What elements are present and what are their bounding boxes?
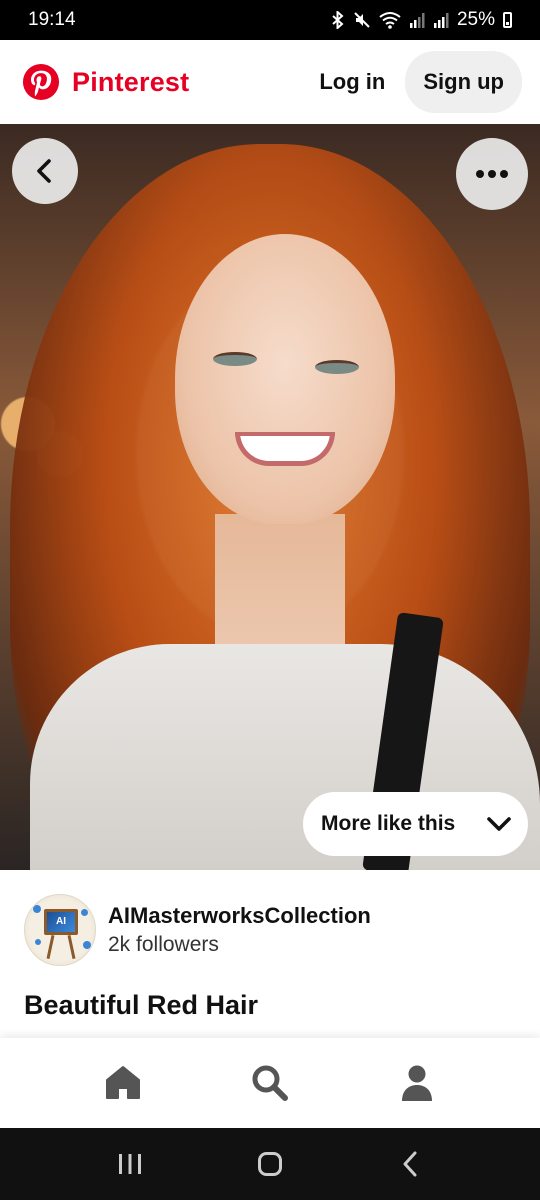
avatar-easel-icon: AI: [44, 909, 78, 935]
eye-shape: [315, 360, 359, 374]
more-options-button[interactable]: [456, 138, 528, 210]
system-back-button[interactable]: [380, 1139, 440, 1189]
app-header: Pinterest Log in Sign up: [0, 40, 540, 124]
bubble-shape: [81, 909, 88, 916]
bubble-shape: [83, 941, 91, 949]
signal-icon: [409, 12, 425, 28]
creator-info[interactable]: AI AIMasterworksCollection 2k followers: [24, 894, 371, 966]
creator-followers: 2k followers: [108, 933, 219, 956]
battery-icon: [503, 12, 512, 28]
bubble-shape: [33, 905, 41, 913]
mute-icon: [353, 11, 371, 29]
status-bar: 19:14 25%: [0, 0, 540, 40]
back-button[interactable]: [12, 138, 78, 204]
easel-leg-shape: [46, 934, 55, 960]
recents-icon: [119, 1154, 141, 1174]
signup-button[interactable]: Sign up: [405, 51, 522, 113]
creator-name[interactable]: AIMasterworksCollection: [108, 903, 371, 929]
system-nav: [0, 1128, 540, 1200]
bluetooth-icon: [331, 11, 345, 29]
system-home-button[interactable]: [240, 1139, 300, 1189]
status-time: 19:14: [28, 9, 76, 30]
eye-shape: [213, 352, 257, 366]
home-button-icon: [258, 1152, 282, 1176]
face-shape: [175, 234, 395, 524]
search-icon: [252, 1065, 288, 1101]
creator-text: AIMasterworksCollection 2k followers: [108, 903, 371, 957]
chevron-down-icon: [487, 817, 511, 831]
easel-leg-shape: [67, 934, 76, 960]
bubble-shape: [35, 939, 41, 945]
pin-title: Beautiful Red Hair: [24, 990, 259, 1020]
wifi-icon: [379, 11, 401, 29]
avatar[interactable]: AI: [24, 894, 96, 966]
nav-profile[interactable]: [387, 1053, 447, 1113]
profile-icon: [401, 1065, 432, 1101]
battery-percent: 25%: [456, 9, 495, 30]
recents-button[interactable]: [100, 1139, 160, 1189]
back-icon: [403, 1151, 417, 1177]
home-icon: [106, 1066, 141, 1099]
bottom-nav: [0, 1038, 540, 1128]
signal-icon: [433, 12, 449, 28]
mouth-shape: [235, 432, 335, 466]
nav-search[interactable]: [240, 1053, 300, 1113]
more-dots-icon: [476, 170, 508, 178]
more-like-this-label: More like this: [321, 812, 456, 835]
pinterest-logo-icon: [22, 63, 60, 101]
login-button[interactable]: Log in: [317, 59, 387, 105]
header-actions: Log in Sign up: [317, 51, 522, 113]
more-like-this-button[interactable]: More like this: [303, 792, 528, 856]
status-icons: 25%: [331, 9, 512, 31]
pin-image[interactable]: More like this: [0, 124, 540, 870]
chevron-left-icon: [37, 159, 51, 183]
brand-name: Pinterest: [72, 66, 190, 97]
nav-home[interactable]: [93, 1053, 153, 1113]
brand[interactable]: Pinterest: [22, 63, 189, 101]
